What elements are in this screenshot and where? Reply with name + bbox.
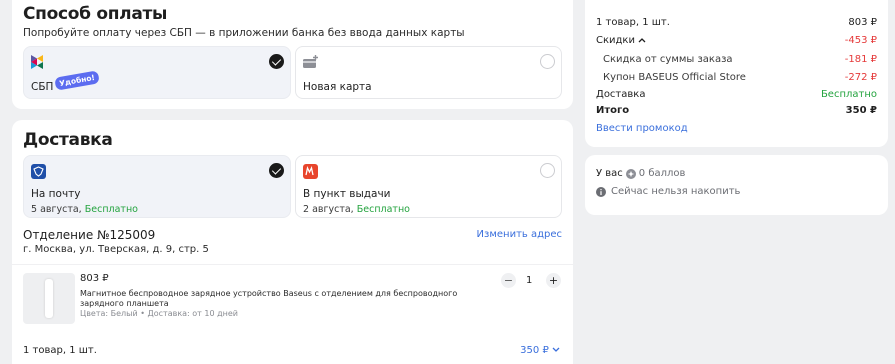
summary-total-label: Итого [596,105,630,116]
post-selected-check-icon [269,163,284,178]
summary-coupon-row: Купон BASEUS Official Store -272 ₽ [603,72,877,83]
sbp-badge: Удобно! [54,70,100,91]
post-office-title: Отделение №125009 [23,228,156,242]
quantity-value: 1 [526,275,533,286]
product-name[interactable]: Магнитное беспроводное зарядное устройст… [80,289,480,309]
quantity-minus-button[interactable]: − [501,273,516,288]
product-image[interactable] [23,273,75,324]
summary-items-value: 803 ₽ [848,17,877,28]
pickup-date: 2 августа, Бесплатно [303,204,410,215]
post-label: На почту [31,188,81,200]
quantity-plus-button[interactable]: + [546,273,561,288]
summary-order-discount-row: Скидка от суммы заказа -181 ₽ [603,54,877,65]
new-card-label: Новая карта [303,81,372,93]
order-discount-label: Скидка от суммы заказа [603,54,733,65]
summary-discounts-row[interactable]: Скидки -453 ₽ [596,35,877,46]
charger-shape [45,279,53,318]
payment-card: Способ оплаты Попробуйте оплату через СБ… [12,0,573,109]
points-card: У вас 0 баллов Сейчас нельзя накопить [585,155,888,215]
summary-discounts-value: -453 ₽ [844,35,877,46]
delivery-items-count: 1 товар, 1 шт. [23,345,97,356]
divider [12,264,573,265]
delivery-title: Доставка [23,130,113,150]
summary-items-row: 1 товар, 1 шт. 803 ₽ [596,17,877,28]
info-icon [596,186,606,197]
product-price: 803 ₽ [80,273,109,284]
sbp-label: СБП [31,81,54,93]
points-balance: У вас 0 баллов [596,168,685,179]
delivery-option-post[interactable]: На почту 5 августа, Бесплатно [23,155,291,218]
pickup-label: В пункт выдачи [303,188,391,200]
pickup-radio[interactable] [540,163,555,178]
delivery-total-toggle[interactable]: 350 ₽ [520,345,560,356]
points-note: Сейчас нельзя накопить [596,186,740,197]
delivery-address: г. Москва, ул. Тверская, д. 9, стр. 5 [23,244,209,255]
summary-delivery-value: Бесплатно [820,89,877,100]
delivery-card: Доставка На почту 5 августа, Бесплатно В… [12,120,573,364]
delivery-total-value: 350 ₽ [520,345,549,356]
points-note-text: Сейчас нельзя накопить [611,186,741,197]
summary-items-label: 1 товар, 1 шт. [596,17,670,28]
payment-option-new-card[interactable]: Новая карта [295,46,562,99]
points-value: 0 баллов [638,168,686,179]
payment-subtitle: Попробуйте оплату через СБП — в приложен… [23,27,465,39]
russian-post-icon [31,164,46,179]
summary-total-row: Итого 350 ₽ [596,105,877,116]
payment-option-sbp[interactable]: СБП Удобно! [23,46,291,99]
coupon-label: Купон BASEUS Official Store [603,72,746,83]
order-summary-card: 1 товар, 1 шт. 803 ₽ Скидки -453 ₽ Скидк… [585,0,888,147]
coupon-value: -272 ₽ [844,72,877,83]
summary-delivery-label: Доставка [596,89,646,100]
sbp-selected-check-icon [269,54,284,69]
points-prefix: У вас [596,168,623,179]
discounts-toggle[interactable]: Скидки [596,35,646,46]
summary-delivery-row: Доставка Бесплатно [596,89,877,100]
pickup-point-icon [303,164,318,179]
chevron-down-icon [552,347,560,352]
payment-title: Способ оплаты [23,4,168,24]
post-date: 5 августа, Бесплатно [31,204,138,215]
new-card-radio[interactable] [540,54,555,69]
change-address-link[interactable]: Изменить адрес [477,229,562,240]
sbp-logo-icon [31,55,43,69]
enter-promo-code-link[interactable]: Ввести промокод [596,123,688,134]
chevron-up-icon [638,38,646,43]
summary-total-value: 350 ₽ [845,105,877,116]
delivery-option-pickup[interactable]: В пункт выдачи 2 августа, Бесплатно [295,155,562,218]
order-discount-value: -181 ₽ [844,54,877,65]
product-meta: Цвета: Белый • Доставка: от 10 дней [80,309,238,318]
points-coin-icon [625,168,636,179]
card-add-icon [303,55,318,68]
